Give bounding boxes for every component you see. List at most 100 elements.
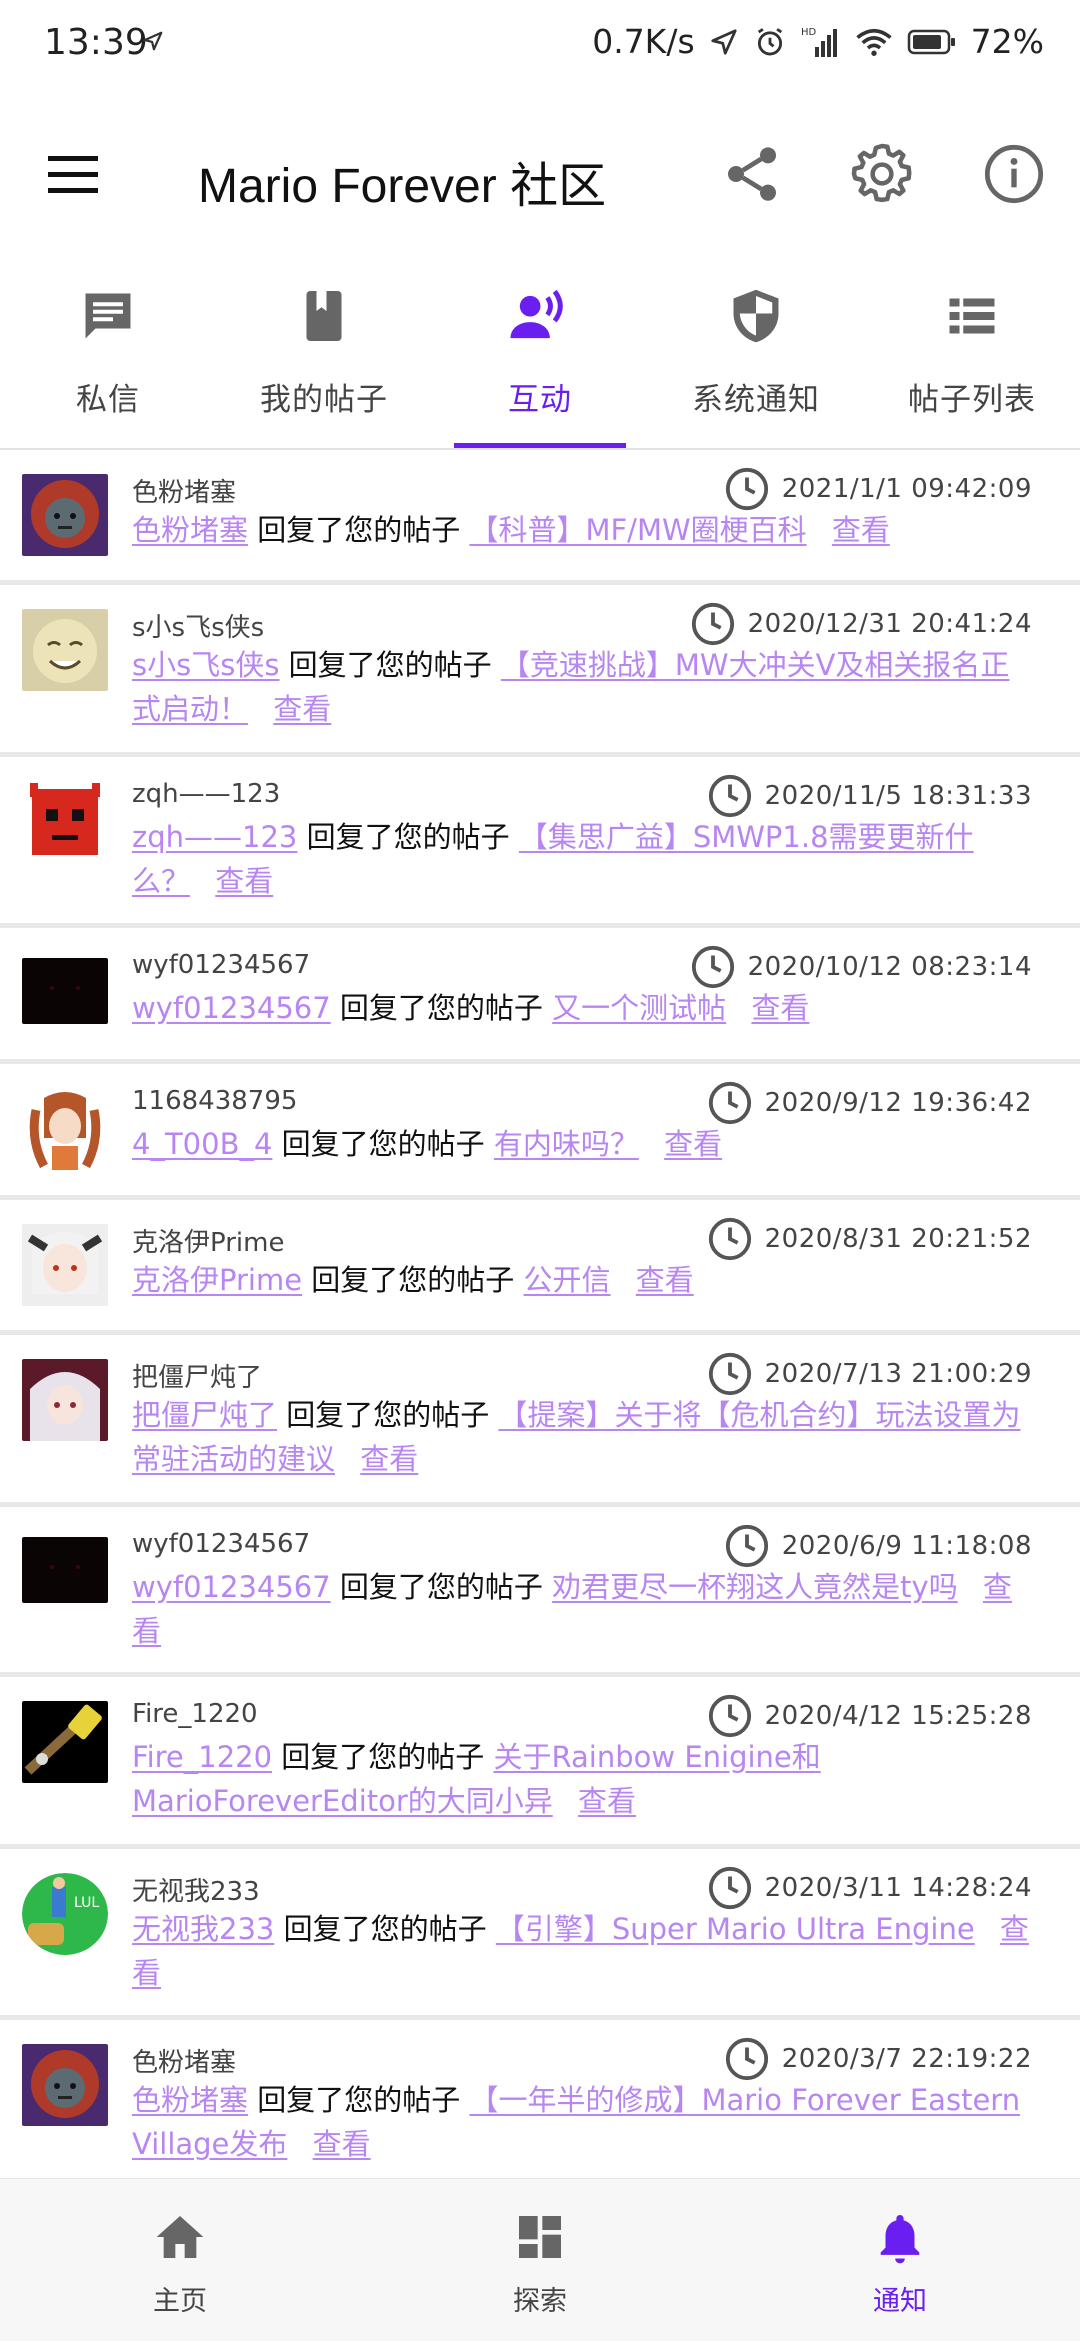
svg-text:LUL: LUL <box>74 1895 99 1911</box>
nav-explore[interactable]: 探索 <box>360 2179 720 2341</box>
post-link[interactable]: 【引擎】Super Mario Ultra Engine <box>496 1912 975 1946</box>
actor-link[interactable]: 4_T00B_4 <box>132 1127 272 1161</box>
username: 克洛伊Prime <box>132 1228 285 1258</box>
tab-system-notices[interactable]: 系统通知 <box>648 270 864 448</box>
actor-link[interactable]: wyf01234567 <box>132 1570 331 1604</box>
view-link[interactable]: 查看 <box>751 991 809 1025</box>
status-bar: 13:39 0.7K/s HD 72% <box>0 0 1080 96</box>
view-link[interactable]: 查看 <box>578 1784 636 1818</box>
post-link[interactable]: 【科普】MF/MW圈梗百科 <box>469 513 806 547</box>
timestamp: 2020/10/12 08:23:14 <box>690 944 1032 990</box>
timestamp: 2020/12/31 20:41:24 <box>690 601 1032 647</box>
timestamp-text: 2020/4/12 15:25:28 <box>764 1701 1032 1731</box>
list-item[interactable]: s小s飞s侠s 2020/12/31 20:41:24 s小s飞s侠s 回复了您… <box>0 585 1080 757</box>
post-link[interactable]: 劝君更尽一杯翔这人竟然是ty吗 <box>552 1570 958 1604</box>
avatar[interactable] <box>22 474 108 556</box>
notification-text: 4_T00B_4 回复了您的帖子 有内味吗？ 查看 <box>132 1122 1030 1166</box>
post-link[interactable]: 有内味吗？ <box>494 1127 639 1161</box>
username: 1168438795 <box>132 1086 298 1116</box>
list-item[interactable]: 克洛伊Prime 2020/8/31 20:21:52 克洛伊Prime 回复了… <box>0 1200 1080 1335</box>
action-text: 回复了您的帖子 <box>281 1740 485 1774</box>
net-speed: 0.7K/s <box>592 22 695 61</box>
actor-link[interactable]: zqh——123 <box>132 820 297 854</box>
view-link[interactable]: 查看 <box>313 2127 371 2161</box>
actor-link[interactable]: 把僵尸炖了 <box>132 1398 277 1432</box>
post-link[interactable]: 又一个测试帖 <box>552 991 726 1025</box>
clock-icon <box>708 1217 751 1261</box>
menu-icon[interactable] <box>46 150 102 200</box>
nav-notifications[interactable]: 通知 <box>720 2179 1080 2341</box>
notification-text: wyf01234567 回复了您的帖子 又一个测试帖 查看 <box>132 986 1030 1030</box>
timestamp-text: 2020/11/5 18:31:33 <box>764 781 1032 811</box>
tab-post-list[interactable]: 帖子列表 <box>864 270 1080 448</box>
avatar[interactable] <box>22 1088 108 1170</box>
view-link[interactable]: 查看 <box>273 692 331 726</box>
info-icon[interactable] <box>982 142 1046 206</box>
clock-icon <box>725 1524 768 1568</box>
book-icon <box>294 286 354 350</box>
timestamp: 2020/4/12 15:25:28 <box>707 1693 1032 1739</box>
actor-link[interactable]: 无视我233 <box>132 1912 274 1946</box>
timestamp: 2020/3/7 22:19:22 <box>724 2036 1032 2082</box>
view-link[interactable]: 查看 <box>664 1127 722 1161</box>
list-item[interactable]: wyf01234567 2020/10/12 08:23:14 wyf01234… <box>0 928 1080 1064</box>
tab-bar: 私信 我的帖子 互动 系统通知 帖子列表 <box>0 270 1080 448</box>
username: 色粉堵塞 <box>132 478 237 508</box>
notification-text: 色粉堵塞 回复了您的帖子 【一年半的修成】Mario Forever Easte… <box>132 2078 1030 2166</box>
avatar[interactable] <box>22 1701 108 1783</box>
timestamp-text: 2020/7/13 21:00:29 <box>764 1359 1032 1389</box>
username: zqh——123 <box>132 779 281 809</box>
view-link[interactable]: 查看 <box>215 864 273 898</box>
list-item[interactable]: Fire_1220 2020/4/12 15:25:28 Fire_1220 回… <box>0 1677 1080 1849</box>
gear-icon[interactable] <box>850 142 914 206</box>
notification-text: 把僵尸炖了 回复了您的帖子 【提案】关于将【危机合约】玩法设置为常驻活动的建议 … <box>132 1393 1030 1481</box>
actor-link[interactable]: 色粉堵塞 <box>132 2083 248 2117</box>
tab-my-posts[interactable]: 我的帖子 <box>216 270 432 448</box>
battery-icon <box>907 28 957 56</box>
avatar[interactable] <box>22 958 108 1024</box>
notification-text: wyf01234567 回复了您的帖子 劝君更尽一杯翔这人竟然是ty吗 查看 <box>132 1565 1030 1653</box>
avatar[interactable] <box>22 1537 108 1603</box>
view-link[interactable]: 查看 <box>832 513 890 547</box>
actor-link[interactable]: Fire_1220 <box>132 1740 272 1774</box>
list-item[interactable]: 色粉堵塞 2021/1/1 09:42:09 色粉堵塞 回复了您的帖子 【科普】… <box>0 450 1080 585</box>
timestamp-text: 2020/3/7 22:19:22 <box>781 2044 1032 2074</box>
avatar[interactable]: LUL <box>22 1873 108 1955</box>
tab-label: 我的帖子 <box>260 382 388 418</box>
timestamp: 2020/7/13 21:00:29 <box>707 1351 1032 1397</box>
clock-icon <box>708 1866 751 1910</box>
share-icon[interactable] <box>720 142 784 206</box>
avatar[interactable] <box>22 609 108 691</box>
notification-text: s小s飞s侠s 回复了您的帖子 【竞速挑战】MW大冲关V及相关报名正式启动！ 查… <box>132 643 1030 731</box>
avatar[interactable] <box>22 781 108 863</box>
view-link[interactable]: 查看 <box>636 1263 694 1297</box>
avatar[interactable] <box>22 2044 108 2126</box>
nav-home[interactable]: 主页 <box>0 2179 360 2341</box>
list-item[interactable]: zqh——123 2020/11/5 18:31:33 zqh——123 回复了… <box>0 757 1080 928</box>
list-item[interactable]: 把僵尸炖了 2020/7/13 21:00:29 把僵尸炖了 回复了您的帖子 【… <box>0 1335 1080 1507</box>
tab-label: 互动 <box>508 382 572 418</box>
list-item[interactable]: 色粉堵塞 2020/3/7 22:19:22 色粉堵塞 回复了您的帖子 【一年半… <box>0 2020 1080 2190</box>
home-icon <box>151 2209 209 2269</box>
actor-link[interactable]: wyf01234567 <box>132 991 331 1025</box>
tab-messages[interactable]: 私信 <box>0 270 216 448</box>
tab-interactions[interactable]: 互动 <box>432 270 648 448</box>
actor-link[interactable]: 色粉堵塞 <box>132 513 248 547</box>
list-item[interactable]: 1168438795 2020/9/12 19:36:42 4_T00B_4 回… <box>0 1064 1080 1200</box>
app-bar: Mario Forever 社区 <box>0 120 1080 230</box>
timestamp-text: 2020/3/11 14:28:24 <box>764 1873 1032 1903</box>
shield-icon <box>726 286 786 350</box>
person-voice-icon <box>508 286 572 350</box>
list-icon <box>942 286 1002 350</box>
notification-text: Fire_1220 回复了您的帖子 关于Rainbow Enigine和Mari… <box>132 1735 1030 1823</box>
actor-link[interactable]: s小s飞s侠s <box>132 648 279 682</box>
view-link[interactable]: 查看 <box>360 1442 418 1476</box>
list-item[interactable]: wyf01234567 2020/6/9 11:18:08 wyf0123456… <box>0 1507 1080 1677</box>
tab-label: 系统通知 <box>692 382 820 418</box>
list-item[interactable]: LUL 无视我233 2020/3/11 14:28:24 无视我233 回复了… <box>0 1849 1080 2020</box>
avatar[interactable] <box>22 1359 108 1441</box>
post-link[interactable]: 公开信 <box>524 1263 611 1297</box>
actor-link[interactable]: 克洛伊Prime <box>132 1263 302 1297</box>
timestamp-text: 2020/6/9 11:18:08 <box>781 1531 1032 1561</box>
avatar[interactable] <box>22 1224 108 1306</box>
